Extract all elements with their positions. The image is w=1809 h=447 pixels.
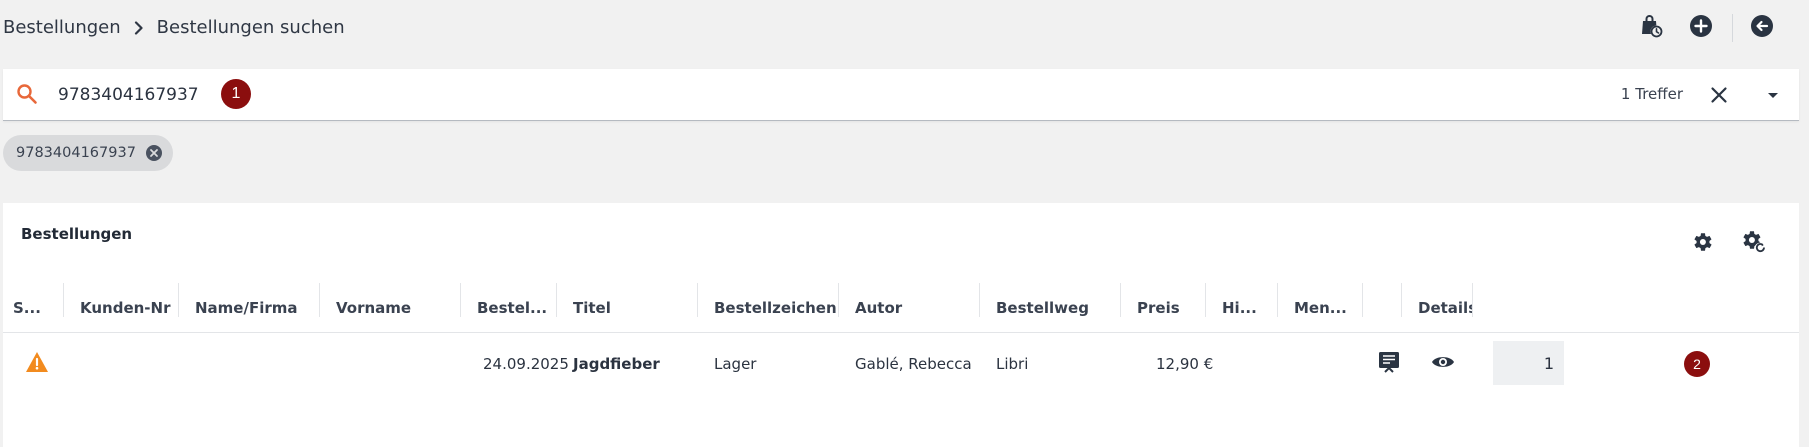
title-cell: Jagdfieber [573, 355, 660, 373]
order-channel-cell: Libri [996, 355, 1029, 373]
annotation-marker-2: 2 [1684, 351, 1710, 377]
receipt-icon [1377, 350, 1401, 378]
eye-icon [1431, 353, 1455, 375]
toolbar-divider [1732, 14, 1733, 42]
arrow-left-circle-icon [1750, 14, 1774, 42]
table-settings-button[interactable] [1687, 229, 1717, 259]
column-header-customer-number[interactable]: Kunden-Nr [64, 283, 179, 333]
close-icon [1711, 87, 1727, 103]
plus-circle-icon [1689, 14, 1713, 42]
table-header: S... Kunden-Nr Name/Firma Vorname Bestel… [3, 283, 1799, 333]
filter-chip-label: 9783404167937 [16, 145, 136, 161]
search-hit-count: 1 Treffer [1620, 85, 1683, 103]
bag-clock-icon [1638, 13, 1664, 43]
order-document-button[interactable] [1377, 334, 1401, 394]
column-header-name-company[interactable]: Name/Firma [179, 283, 320, 333]
price-cell: 12,90 € [1156, 355, 1214, 373]
top-bar: Bestellungen Bestellungen suchen [0, 0, 1809, 58]
panel-title: Bestellungen [21, 225, 133, 243]
add-order-button[interactable] [1686, 13, 1716, 43]
gear-refresh-icon [1741, 229, 1767, 259]
column-header-note[interactable]: Hi... [1206, 283, 1278, 333]
close-circle-icon [145, 145, 162, 161]
search-icon[interactable] [16, 83, 38, 109]
view-details-button[interactable] [1431, 334, 1455, 394]
column-header-title[interactable]: Titel [557, 283, 698, 333]
column-header-order-code[interactable]: Bestellzeichen [698, 283, 839, 333]
breadcrumb: Bestellungen Bestellungen suchen [3, 17, 345, 38]
search-input[interactable] [58, 81, 1458, 109]
quantity-input[interactable] [1493, 341, 1564, 385]
back-button[interactable] [1747, 13, 1777, 43]
chevron-right-icon [134, 20, 144, 35]
breadcrumb-item-search-orders: Bestellungen suchen [156, 17, 345, 38]
column-header-order-date[interactable]: Bestel... [461, 283, 557, 333]
search-bar: 1 1 Treffer [3, 69, 1799, 121]
order-code-cell: Lager [714, 355, 757, 373]
caret-down-icon [1768, 93, 1778, 98]
column-header-first-name[interactable]: Vorname [320, 283, 461, 333]
author-cell: Gablé, Rebecca [855, 355, 972, 373]
search-options-dropdown[interactable] [1761, 83, 1785, 107]
annotation-marker-1: 1 [221, 79, 251, 109]
reset-settings-button[interactable] [1739, 229, 1769, 259]
gear-icon [1690, 230, 1714, 258]
column-header-order-channel[interactable]: Bestellweg [980, 283, 1121, 333]
orders-panel: Bestellungen S... Kunden-Nr Name/Firma V… [3, 203, 1799, 447]
clear-search-button[interactable] [1707, 83, 1731, 107]
column-header-action [1363, 283, 1402, 333]
column-header-status[interactable]: S... [3, 283, 64, 333]
remove-filter-button[interactable] [145, 144, 163, 162]
column-header-price[interactable]: Preis [1121, 283, 1206, 333]
warning-icon [25, 351, 49, 377]
status-cell [25, 334, 49, 394]
column-header-quantity[interactable]: Men... [1278, 283, 1363, 333]
filter-chip: 9783404167937 [3, 135, 173, 171]
order-date-cell: 24.09.2025 [483, 355, 569, 373]
column-header-details[interactable]: Details [1402, 283, 1473, 333]
table-row[interactable]: 24.09.2025 Jagdfieber Lager Gablé, Rebec… [3, 334, 1799, 394]
order-history-button[interactable] [1636, 13, 1666, 43]
breadcrumb-item-orders[interactable]: Bestellungen [3, 17, 121, 38]
column-header-author[interactable]: Autor [839, 283, 980, 333]
